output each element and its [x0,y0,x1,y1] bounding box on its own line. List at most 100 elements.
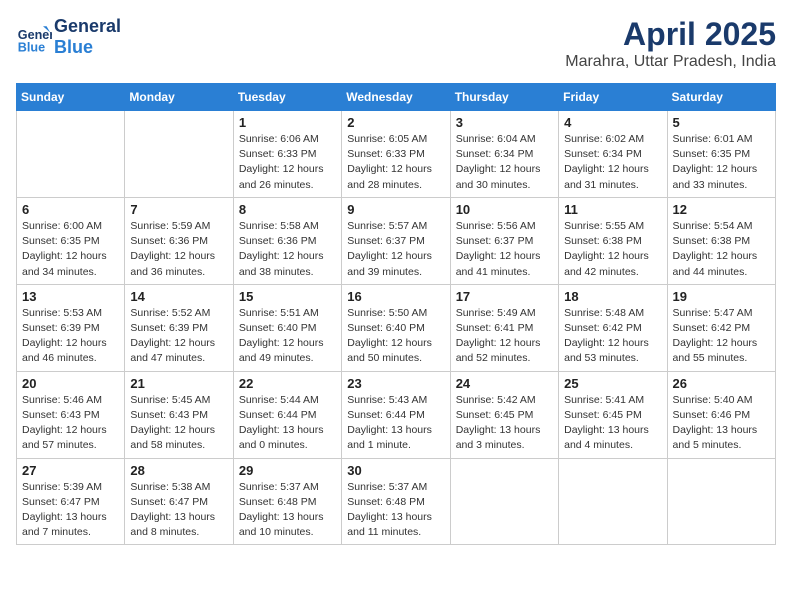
day-info: Sunrise: 5:56 AMSunset: 6:37 PMDaylight:… [456,219,553,280]
day-info: Sunrise: 5:48 AMSunset: 6:42 PMDaylight:… [564,306,661,367]
calendar-cell: 13 Sunrise: 5:53 AMSunset: 6:39 PMDayligh… [17,284,125,371]
calendar-cell: 23 Sunrise: 5:43 AMSunset: 6:44 PMDayligh… [342,371,450,458]
weekday-header-wednesday: Wednesday [342,84,450,111]
day-info: Sunrise: 5:46 AMSunset: 6:43 PMDaylight:… [22,393,119,454]
day-number: 16 [347,289,444,304]
calendar-cell: 14 Sunrise: 5:52 AMSunset: 6:39 PMDayligh… [125,284,233,371]
calendar-cell: 16 Sunrise: 5:50 AMSunset: 6:40 PMDayligh… [342,284,450,371]
day-info: Sunrise: 5:39 AMSunset: 6:47 PMDaylight:… [22,480,119,541]
day-number: 6 [22,202,119,217]
title-area: April 2025 Marahra, Uttar Pradesh, India [565,16,776,71]
day-number: 23 [347,376,444,391]
day-info: Sunrise: 5:38 AMSunset: 6:47 PMDaylight:… [130,480,227,541]
calendar-cell: 7 Sunrise: 5:59 AMSunset: 6:36 PMDaylight… [125,197,233,284]
day-number: 9 [347,202,444,217]
weekday-header-saturday: Saturday [667,84,775,111]
day-info: Sunrise: 5:59 AMSunset: 6:36 PMDaylight:… [130,219,227,280]
day-info: Sunrise: 5:43 AMSunset: 6:44 PMDaylight:… [347,393,444,454]
week-row-3: 13 Sunrise: 5:53 AMSunset: 6:39 PMDayligh… [17,284,776,371]
day-number: 13 [22,289,119,304]
calendar-cell [17,111,125,198]
day-info: Sunrise: 5:50 AMSunset: 6:40 PMDaylight:… [347,306,444,367]
calendar-cell: 25 Sunrise: 5:41 AMSunset: 6:45 PMDayligh… [559,371,667,458]
day-number: 2 [347,115,444,130]
calendar-cell: 24Sunrise: 5:42 AMSunset: 6:45 PMDayligh… [450,371,558,458]
day-info: Sunrise: 5:53 AMSunset: 6:39 PMDaylight:… [22,306,119,367]
calendar-cell: 11Sunrise: 5:55 AMSunset: 6:38 PMDayligh… [559,197,667,284]
weekday-header-sunday: Sunday [17,84,125,111]
day-info: Sunrise: 5:41 AMSunset: 6:45 PMDaylight:… [564,393,661,454]
calendar-cell: 21 Sunrise: 5:45 AMSunset: 6:43 PMDayligh… [125,371,233,458]
calendar-cell: 15 Sunrise: 5:51 AMSunset: 6:40 PMDayligh… [233,284,341,371]
day-info: Sunrise: 5:58 AMSunset: 6:36 PMDaylight:… [239,219,336,280]
logo-blue: Blue [54,37,93,57]
day-number: 8 [239,202,336,217]
day-info: Sunrise: 5:42 AMSunset: 6:45 PMDaylight:… [456,393,553,454]
week-row-4: 20 Sunrise: 5:46 AMSunset: 6:43 PMDayligh… [17,371,776,458]
day-info: Sunrise: 6:02 AMSunset: 6:34 PMDaylight:… [564,132,661,193]
day-info: Sunrise: 5:45 AMSunset: 6:43 PMDaylight:… [130,393,227,454]
day-number: 26 [673,376,770,391]
day-number: 25 [564,376,661,391]
day-number: 19 [673,289,770,304]
weekday-header-thursday: Thursday [450,84,558,111]
day-info: Sunrise: 5:47 AMSunset: 6:42 PMDaylight:… [673,306,770,367]
calendar-cell [559,458,667,545]
calendar-cell: 9 Sunrise: 5:57 AMSunset: 6:37 PMDaylight… [342,197,450,284]
logo-icon: General Blue [16,19,52,55]
calendar-cell: 10 Sunrise: 5:56 AMSunset: 6:37 PMDayligh… [450,197,558,284]
calendar-cell: 17 Sunrise: 5:49 AMSunset: 6:41 PMDayligh… [450,284,558,371]
weekday-header-monday: Monday [125,84,233,111]
day-info: Sunrise: 6:06 AMSunset: 6:33 PMDaylight:… [239,132,336,193]
day-number: 21 [130,376,227,391]
weekday-header-tuesday: Tuesday [233,84,341,111]
day-number: 11 [564,202,661,217]
day-number: 29 [239,463,336,478]
logo-general: General [54,16,121,36]
day-number: 20 [22,376,119,391]
day-number: 28 [130,463,227,478]
day-info: Sunrise: 5:54 AMSunset: 6:38 PMDaylight:… [673,219,770,280]
day-number: 12 [673,202,770,217]
month-title: April 2025 [565,16,776,53]
day-info: Sunrise: 5:49 AMSunset: 6:41 PMDaylight:… [456,306,553,367]
week-row-5: 27 Sunrise: 5:39 AMSunset: 6:47 PMDayligh… [17,458,776,545]
calendar-cell: 30 Sunrise: 5:37 AMSunset: 6:48 PMDayligh… [342,458,450,545]
calendar-cell: 20 Sunrise: 5:46 AMSunset: 6:43 PMDayligh… [17,371,125,458]
calendar-cell [450,458,558,545]
day-info: Sunrise: 6:05 AMSunset: 6:33 PMDaylight:… [347,132,444,193]
day-info: Sunrise: 5:37 AMSunset: 6:48 PMDaylight:… [347,480,444,541]
day-info: Sunrise: 6:00 AMSunset: 6:35 PMDaylight:… [22,219,119,280]
day-info: Sunrise: 5:57 AMSunset: 6:37 PMDaylight:… [347,219,444,280]
calendar-cell [667,458,775,545]
svg-text:Blue: Blue [18,40,45,54]
calendar-cell: 22Sunrise: 5:44 AMSunset: 6:44 PMDayligh… [233,371,341,458]
day-info: Sunrise: 6:04 AMSunset: 6:34 PMDaylight:… [456,132,553,193]
day-number: 10 [456,202,553,217]
day-number: 7 [130,202,227,217]
calendar-cell: 4 Sunrise: 6:02 AMSunset: 6:34 PMDaylight… [559,111,667,198]
day-number: 30 [347,463,444,478]
day-info: Sunrise: 5:44 AMSunset: 6:44 PMDaylight:… [239,393,336,454]
day-number: 5 [673,115,770,130]
calendar-cell: 5Sunrise: 6:01 AMSunset: 6:35 PMDaylight… [667,111,775,198]
location-title: Marahra, Uttar Pradesh, India [565,53,776,71]
day-info: Sunrise: 5:52 AMSunset: 6:39 PMDaylight:… [130,306,227,367]
day-number: 4 [564,115,661,130]
day-info: Sunrise: 5:40 AMSunset: 6:46 PMDaylight:… [673,393,770,454]
calendar-cell [125,111,233,198]
weekday-header-row: SundayMondayTuesdayWednesdayThursdayFrid… [17,84,776,111]
day-number: 3 [456,115,553,130]
day-info: Sunrise: 5:51 AMSunset: 6:40 PMDaylight:… [239,306,336,367]
day-number: 27 [22,463,119,478]
calendar-cell: 12 Sunrise: 5:54 AMSunset: 6:38 PMDayligh… [667,197,775,284]
day-number: 17 [456,289,553,304]
day-number: 14 [130,289,227,304]
day-number: 18 [564,289,661,304]
day-number: 15 [239,289,336,304]
calendar-cell: 2 Sunrise: 6:05 AMSunset: 6:33 PMDaylight… [342,111,450,198]
day-info: Sunrise: 5:37 AMSunset: 6:48 PMDaylight:… [239,480,336,541]
day-number: 1 [239,115,336,130]
calendar-cell: 29 Sunrise: 5:37 AMSunset: 6:48 PMDayligh… [233,458,341,545]
week-row-2: 6 Sunrise: 6:00 AMSunset: 6:35 PMDaylight… [17,197,776,284]
